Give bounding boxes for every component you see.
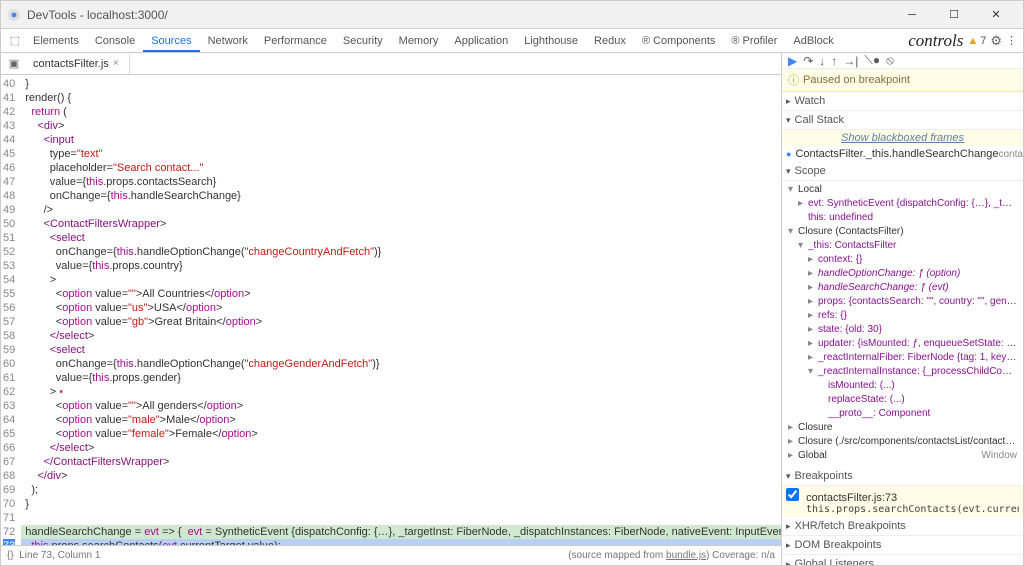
debugger-sidebar: ▶ ↷ ↓ ↑ →| ⟍● ⦸ ⓘ Paused on breakpoint ▸… <box>781 53 1023 565</box>
close-tab-icon[interactable]: × <box>113 58 119 69</box>
tab-application[interactable]: Application <box>446 30 516 52</box>
line-gutter[interactable]: 4041424344454647484950515253545556575859… <box>1 75 21 545</box>
tab-redux[interactable]: Redux <box>586 30 634 52</box>
more-icon[interactable]: ⋮ <box>1006 34 1017 47</box>
tab-sources[interactable]: Sources <box>143 30 199 52</box>
brackets-icon[interactable]: {} <box>7 550 14 561</box>
paused-banner: ⓘ Paused on breakpoint <box>782 69 1023 92</box>
code-editor[interactable]: 4041424344454647484950515253545556575859… <box>1 75 781 545</box>
pane-scope[interactable]: ▾Scope <box>782 162 1023 181</box>
pane-xhr[interactable]: ▸XHR/fetch Breakpoints <box>782 517 1023 536</box>
tab-network[interactable]: Network <box>200 30 256 52</box>
bundle-link[interactable]: bundle.js <box>666 550 706 561</box>
tab-performance[interactable]: Performance <box>256 30 335 52</box>
scope-tree[interactable]: ▾Local ▸evt: SyntheticEvent {dispatchCon… <box>782 181 1023 467</box>
pane-breakpoints[interactable]: ▾Breakpoints <box>782 467 1023 486</box>
code-content[interactable]: }render() { return ( <div> <input type="… <box>21 75 781 545</box>
warnings-badge[interactable]: ▲7 <box>967 35 986 47</box>
pane-dom[interactable]: ▸DOM Breakpoints <box>782 536 1023 555</box>
tab-adblock[interactable]: AdBlock <box>785 30 841 52</box>
tab-lighthouse[interactable]: Lighthouse <box>516 30 586 52</box>
step-out-icon[interactable]: ↑ <box>831 54 837 68</box>
file-tabs: ▣ contactsFilter.js × <box>1 53 781 75</box>
active-frame-icon: ● <box>786 149 791 159</box>
settings-icon[interactable]: ⚙ <box>990 33 1002 49</box>
pane-listeners[interactable]: ▸Global Listeners <box>782 555 1023 565</box>
status-bar: {} Line 73, Column 1 (source mapped from… <box>1 545 781 565</box>
navigator-icon[interactable]: ▣ <box>5 57 23 70</box>
tab-memory[interactable]: Memory <box>391 30 447 52</box>
step-over-icon[interactable]: ↷ <box>803 54 813 68</box>
tab-security[interactable]: Security <box>335 30 391 52</box>
tab-elements[interactable]: Elements <box>25 30 87 52</box>
frame-function: ContactsFilter._this.handleSearchChange <box>795 148 998 160</box>
resume-icon[interactable]: ▶ <box>788 54 797 68</box>
file-tab-contactsfilter[interactable]: contactsFilter.js × <box>23 54 130 74</box>
debugger-toolbar: ▶ ↷ ↓ ↑ →| ⟍● ⦸ <box>782 53 1023 69</box>
controls-label: controls <box>908 31 963 51</box>
call-frame[interactable]: ● ContactsFilter._this.handleSearchChang… <box>782 146 1023 162</box>
step-icon[interactable]: →| <box>843 54 858 68</box>
blackbox-link[interactable]: Show blackboxed frames <box>782 130 1023 146</box>
pause-exceptions-icon[interactable]: ⦸ <box>886 53 894 68</box>
chrome-icon <box>7 8 21 22</box>
minimize-button[interactable]: ─ <box>891 2 933 28</box>
file-tab-label: contactsFilter.js <box>33 58 109 70</box>
deactivate-bp-icon[interactable]: ⟍● <box>864 53 880 68</box>
breakpoint-checkbox[interactable] <box>786 488 799 501</box>
cursor-position: Line 73, Column 1 <box>19 550 100 561</box>
maximize-button[interactable]: ☐ <box>933 2 975 28</box>
pane-callstack[interactable]: ▾Call Stack <box>782 111 1023 130</box>
tab-profiler[interactable]: ® Profiler <box>723 30 785 52</box>
breakpoint-code: this.props.searchContacts(evt.currentTar… <box>786 504 1019 515</box>
tab-console[interactable]: Console <box>87 30 143 52</box>
devtools-tabs: ⬚ Elements Console Sources Network Perfo… <box>1 29 1023 53</box>
step-into-icon[interactable]: ↓ <box>819 54 825 68</box>
window-titlebar: DevTools - localhost:3000/ ─ ☐ ✕ <box>1 1 1023 29</box>
tab-components[interactable]: ® Components <box>634 30 724 52</box>
pane-watch[interactable]: ▸Watch <box>782 92 1023 111</box>
close-window-button[interactable]: ✕ <box>975 2 1017 28</box>
source-map-info: (source mapped from bundle.js) Coverage:… <box>568 550 775 561</box>
window-title: DevTools - localhost:3000/ <box>27 8 891 22</box>
breakpoint-location: contactsFilter.js:73 <box>806 492 897 504</box>
warning-icon: ▲ <box>967 35 978 47</box>
info-icon: ⓘ <box>788 72 799 88</box>
inspect-icon[interactable]: ⬚ <box>5 34 25 47</box>
breakpoint-item[interactable]: contactsFilter.js:73 this.props.searchCo… <box>782 486 1023 517</box>
frame-location: contactsFilter.js:73 <box>998 149 1023 160</box>
